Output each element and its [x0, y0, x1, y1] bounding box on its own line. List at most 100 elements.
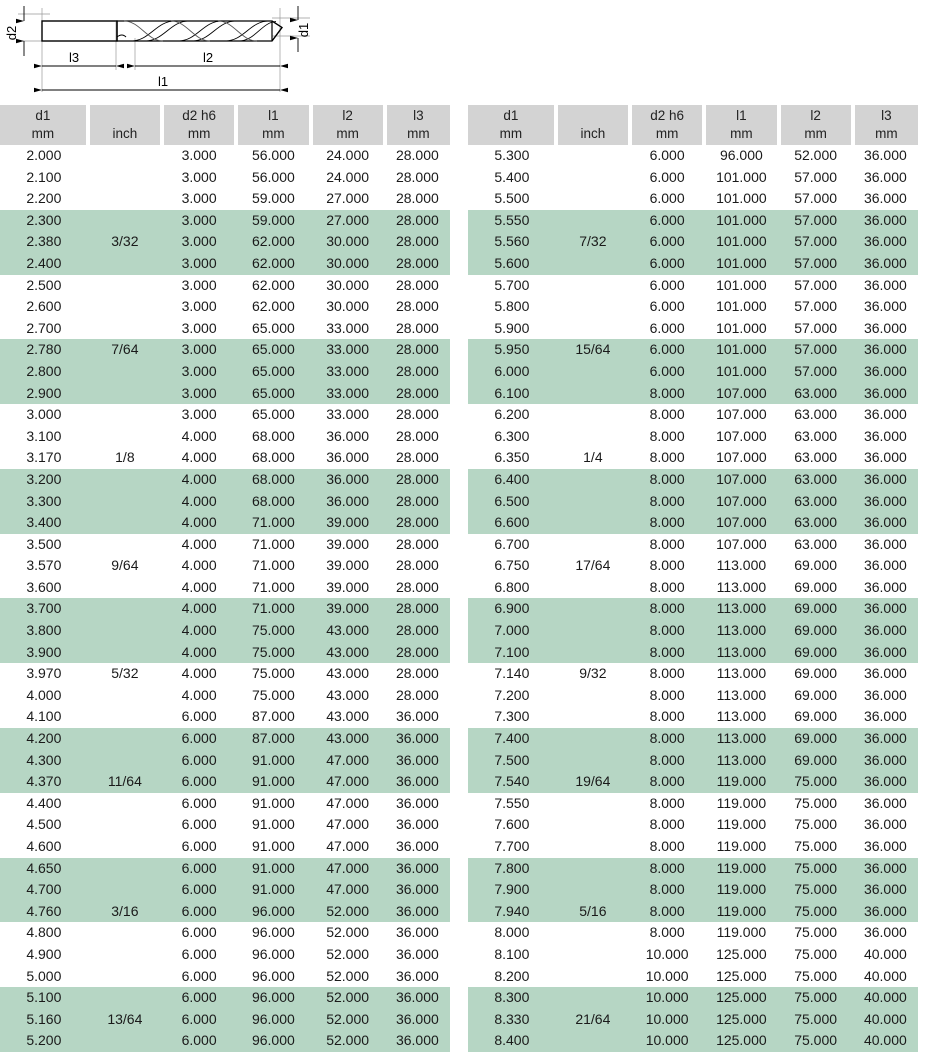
table-row: 2.380 3/32 3.000 62.000 30.000 28.000: [0, 231, 450, 253]
cell-l2: 57.000: [778, 317, 853, 340]
cell-d1: 3.300: [0, 490, 88, 513]
cell-l3: 36.000: [384, 987, 450, 1009]
cell-d2: 6.000: [162, 857, 237, 880]
cell-l1: 101.000: [704, 231, 779, 253]
cell-l1: 75.000: [236, 641, 311, 664]
cell-inch: [555, 404, 630, 426]
dimension-d2: d2: [4, 6, 25, 56]
cell-d1: 4.650: [0, 857, 88, 880]
cell-d1: 7.600: [468, 814, 556, 836]
cell-l3: 36.000: [384, 943, 450, 966]
cell-l3: 28.000: [384, 188, 450, 210]
cell-d2: 4.000: [162, 447, 237, 469]
table-row: 6.800 8.000 113.000 69.000 36.000: [468, 576, 918, 599]
table-row: 7.100 8.000 113.000 69.000 36.000: [468, 641, 918, 664]
cell-inch: [87, 296, 162, 318]
cell-l2: 33.000: [310, 404, 385, 426]
cell-d2: 6.000: [630, 209, 705, 232]
cell-l3: 28.000: [384, 512, 450, 534]
cell-l1: 101.000: [704, 252, 779, 275]
cell-l1: 71.000: [236, 598, 311, 621]
column-header-l1: l1 mm: [704, 105, 779, 145]
table-row: 6.500 8.000 107.000 63.000 36.000: [468, 490, 918, 513]
cell-d2: 3.000: [162, 252, 237, 275]
cell-d1: 4.400: [0, 792, 88, 815]
cell-d2: 4.000: [162, 620, 237, 642]
cell-d1: 7.500: [468, 749, 556, 772]
cell-l2: 30.000: [310, 274, 385, 297]
table-row: 2.500 3.000 62.000 30.000 28.000: [0, 274, 450, 297]
cell-l3: 28.000: [384, 663, 450, 685]
cell-l1: 65.000: [236, 404, 311, 426]
cell-l2: 75.000: [778, 792, 853, 815]
table-row: 5.300 6.000 96.000 52.000 36.000: [468, 145, 918, 167]
cell-d2: 8.000: [630, 684, 705, 707]
table-row: 5.600 6.000 101.000 57.000 36.000: [468, 252, 918, 275]
cell-inch: [87, 792, 162, 815]
cell-d2: 4.000: [162, 663, 237, 685]
cell-l2: 52.000: [310, 922, 385, 944]
cell-l2: 69.000: [778, 555, 853, 577]
cell-inch: 7/64: [87, 339, 162, 361]
cell-d2: 8.000: [630, 468, 705, 491]
cell-l2: 36.000: [310, 447, 385, 469]
cell-l1: 62.000: [236, 274, 311, 297]
cell-d2: 6.000: [162, 1030, 237, 1052]
cell-l3: 28.000: [384, 641, 450, 664]
table-row: 5.000 6.000 96.000 52.000 36.000: [0, 965, 450, 988]
cell-l2: 57.000: [778, 274, 853, 297]
cell-l3: 36.000: [852, 533, 918, 556]
cell-l1: 91.000: [236, 792, 311, 815]
cell-d1: 6.300: [468, 425, 556, 448]
cell-d1: 4.370: [0, 771, 88, 793]
cell-d1: 2.500: [0, 274, 88, 297]
cell-d2: 4.000: [162, 425, 237, 448]
table-row: 3.970 5/32 4.000 75.000 43.000 28.000: [0, 663, 450, 685]
cell-d1: 3.570: [0, 555, 88, 577]
cell-l3: 28.000: [384, 533, 450, 556]
cell-l1: 87.000: [236, 706, 311, 729]
cell-l3: 36.000: [852, 274, 918, 297]
table-row: 7.540 19/64 8.000 119.000 75.000 36.000: [468, 771, 918, 793]
drill-shank: [41, 20, 118, 42]
column-unit-l1: mm: [262, 126, 285, 141]
cell-l3: 40.000: [852, 987, 918, 1009]
cell-inch: [87, 836, 162, 858]
cell-inch: 3/16: [87, 900, 162, 923]
cell-l1: 91.000: [236, 836, 311, 858]
table-row: 7.600 8.000 119.000 75.000 36.000: [468, 814, 918, 836]
cell-l2: 57.000: [778, 296, 853, 318]
cell-l1: 71.000: [236, 533, 311, 556]
cell-l1: 96.000: [236, 922, 311, 944]
table-row: 8.000 8.000 119.000 75.000 36.000: [468, 922, 918, 944]
cell-l1: 119.000: [704, 900, 779, 923]
cell-inch: [87, 879, 162, 901]
cell-d2: 6.000: [630, 252, 705, 275]
table-row: 4.000 4.000 75.000 43.000 28.000: [0, 684, 450, 707]
cell-d1: 2.200: [0, 188, 88, 210]
cell-inch: [555, 857, 630, 880]
cell-inch: 15/64: [555, 339, 630, 361]
cell-d2: 3.000: [162, 166, 237, 189]
cell-d1: 8.100: [468, 943, 556, 966]
cell-l3: 40.000: [852, 965, 918, 988]
cell-l2: 43.000: [310, 641, 385, 664]
cell-l3: 36.000: [852, 468, 918, 491]
cell-inch: [555, 814, 630, 836]
cell-d2: 6.000: [162, 987, 237, 1009]
label-d2: d2: [4, 26, 19, 40]
cell-l2: 75.000: [778, 1030, 853, 1052]
cell-d1: 6.100: [468, 382, 556, 405]
cell-l1: 101.000: [704, 274, 779, 297]
cell-l2: 57.000: [778, 231, 853, 253]
cell-d2: 6.000: [162, 771, 237, 793]
cell-d1: 2.380: [0, 231, 88, 253]
cell-inch: [555, 425, 630, 448]
cell-inch: [555, 965, 630, 988]
cell-d2: 6.000: [630, 274, 705, 297]
cell-l1: 65.000: [236, 317, 311, 340]
cell-l2: 75.000: [778, 879, 853, 901]
cell-d2: 6.000: [630, 317, 705, 340]
cell-l3: 36.000: [852, 512, 918, 534]
cell-l3: 36.000: [852, 620, 918, 642]
